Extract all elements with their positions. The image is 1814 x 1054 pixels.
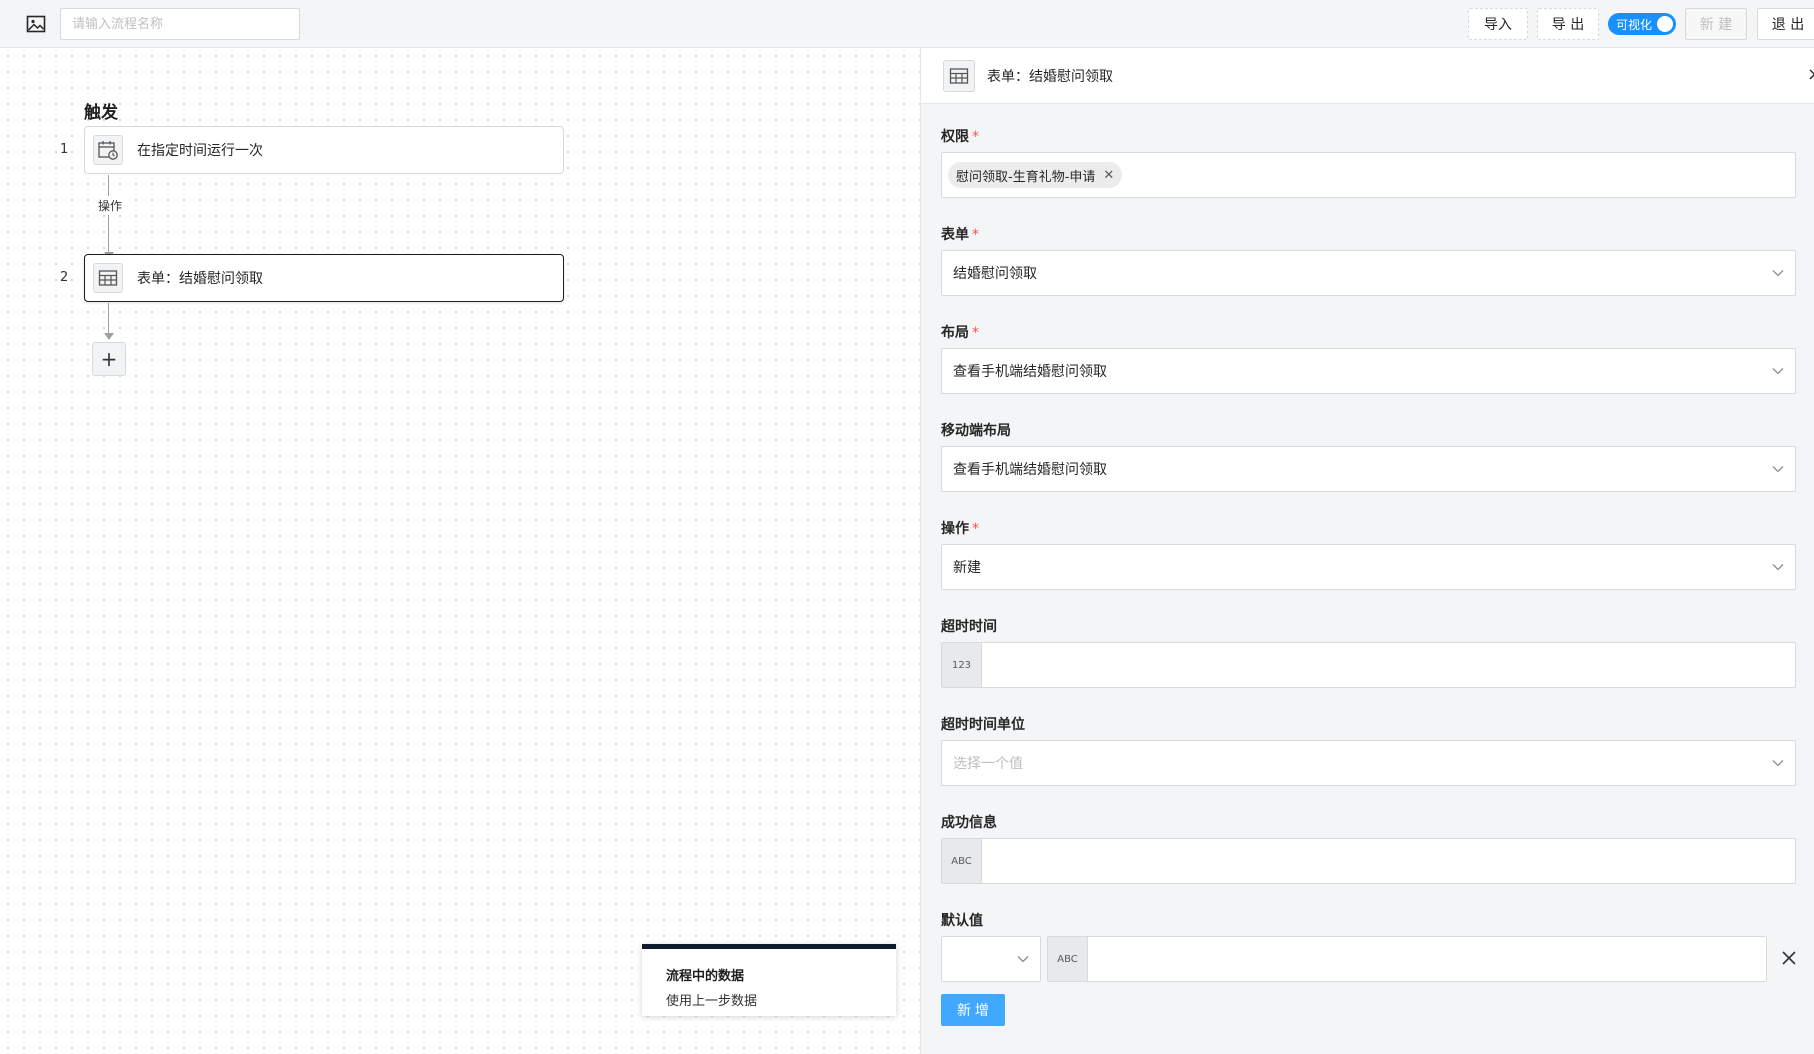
trigger-node-label: 在指定时间运行一次 — [137, 143, 263, 159]
add-step-button[interactable]: + — [92, 342, 126, 376]
timeout-label: 超时时间 — [941, 616, 997, 636]
flow-data-subtitle: 使用上一步数据 — [666, 994, 758, 1009]
export-button[interactable]: 导 出 — [1537, 8, 1599, 40]
permission-tag-label: 慰问领取-生育礼物-申请 — [956, 169, 1096, 185]
flow-data-title: 流程中的数据 — [666, 969, 745, 984]
mobile-layout-select[interactable]: 查看手机端结婚慰问领取 — [941, 446, 1796, 492]
trigger-node[interactable]: 在指定时间运行一次 — [84, 126, 564, 174]
image-icon[interactable] — [26, 15, 46, 33]
default-value-input[interactable] — [1088, 937, 1766, 981]
config-panel: 表单：结婚慰问领取 × 权限* 慰问领取-生育礼物-申请 ✕ 表单* 结婚慰问领… — [920, 48, 1814, 1054]
form-select[interactable]: 结婚慰问领取 — [941, 250, 1796, 296]
step-number: 2 — [60, 270, 69, 285]
mobile-layout-label: 移动端布局 — [941, 420, 1011, 440]
import-button[interactable]: 导入 — [1468, 8, 1528, 40]
chevron-down-icon — [1772, 564, 1784, 571]
success-msg-field: ABC — [941, 838, 1796, 884]
required-mark: * — [972, 227, 979, 243]
chevron-down-icon — [1017, 956, 1029, 963]
flow-data-card[interactable]: 流程中的数据 使用上一步数据 — [642, 944, 896, 1016]
toggle-knob — [1657, 16, 1673, 32]
operation-label: 操作 — [96, 196, 125, 215]
exit-button[interactable]: 退 出 — [1757, 8, 1814, 40]
layout-select-value: 查看手机端结婚慰问领取 — [953, 364, 1107, 380]
form-select-value: 结婚慰问领取 — [953, 266, 1037, 282]
close-icon[interactable]: × — [1807, 64, 1814, 85]
add-default-button[interactable]: 新 增 — [941, 994, 1005, 1026]
trigger-title: 触发 — [84, 103, 118, 123]
text-type-prefix: ABC — [1048, 937, 1088, 981]
layout-label-text: 布局 — [941, 325, 969, 341]
visual-toggle[interactable]: 可视化 — [1608, 13, 1676, 35]
table-icon — [943, 59, 975, 92]
permission-label-text: 权限 — [941, 129, 969, 145]
text-type-prefix: ABC — [942, 839, 982, 883]
form-label-text: 表单 — [941, 227, 969, 243]
chevron-down-icon — [1772, 760, 1784, 767]
chevron-down-icon — [1772, 466, 1784, 473]
timeout-label-text: 超时时间 — [941, 619, 997, 635]
layout-label: 布局 * — [941, 322, 979, 342]
panel-title: 表单：结婚慰问领取 — [987, 68, 1113, 85]
form-label: 表单 * — [941, 224, 979, 244]
operation-field-label: 操作 * — [941, 518, 979, 538]
chevron-down-icon — [1772, 270, 1784, 277]
new-button[interactable]: 新 建 — [1685, 8, 1747, 40]
operation-select[interactable]: 新建 — [941, 544, 1796, 590]
step-number: 1 — [60, 142, 69, 157]
success-msg-input[interactable] — [982, 839, 1795, 883]
permission-tag: 慰问领取-生育礼物-申请 ✕ — [948, 162, 1123, 188]
default-value-field: ABC — [1047, 936, 1767, 982]
chevron-down-icon — [1772, 368, 1784, 375]
panel-header: 表单：结婚慰问领取 × — [921, 48, 1814, 104]
flow-canvas[interactable]: 触发 1 在指定时间运行一次 操作 2 表单：结婚慰问领取 + 流程中的数据 使… — [0, 48, 920, 1054]
required-mark: * — [972, 325, 979, 341]
permission-select[interactable]: 慰问领取-生育礼物-申请 ✕ — [941, 152, 1796, 198]
connector-line — [108, 175, 109, 259]
default-value-label: 默认值 — [941, 910, 983, 930]
table-icon — [93, 263, 123, 293]
default-value-label-text: 默认值 — [941, 913, 983, 929]
success-msg-label: 成功信息 — [941, 812, 997, 832]
mobile-layout-label-text: 移动端布局 — [941, 423, 1011, 439]
permission-label: 权限 * — [941, 126, 979, 146]
timeout-unit-label: 超时时间单位 — [941, 714, 1025, 734]
operation-label-text: 操作 — [941, 521, 969, 537]
required-mark: * — [972, 129, 979, 145]
process-name-input[interactable] — [60, 8, 300, 40]
layout-select[interactable]: 查看手机端结婚慰问领取 — [941, 348, 1796, 394]
visual-toggle-label: 可视化 — [1616, 17, 1653, 32]
required-mark: * — [972, 521, 979, 537]
connector-line — [108, 303, 109, 335]
timeout-unit-select[interactable]: 选择一个值 — [941, 740, 1796, 786]
operation-select-value: 新建 — [953, 560, 981, 576]
timeout-field: 123 — [941, 642, 1796, 688]
timeout-input[interactable] — [982, 643, 1795, 687]
top-toolbar: 导入 导 出 可视化 新 建 退 出 — [0, 0, 1814, 48]
tag-remove-icon[interactable]: ✕ — [1103, 168, 1114, 183]
form-node-label: 表单：结婚慰问领取 — [137, 271, 263, 287]
mobile-layout-select-value: 查看手机端结婚慰问领取 — [953, 462, 1107, 478]
success-msg-label-text: 成功信息 — [941, 815, 997, 831]
timeout-unit-label-text: 超时时间单位 — [941, 717, 1025, 733]
timeout-unit-placeholder: 选择一个值 — [953, 756, 1023, 772]
connector-arrow — [104, 333, 114, 340]
number-type-prefix: 123 — [942, 643, 982, 687]
form-node[interactable]: 表单：结婚慰问领取 — [84, 254, 564, 302]
default-field-select[interactable] — [941, 936, 1041, 982]
calendar-clock-icon — [93, 135, 123, 165]
remove-row-icon[interactable] — [1777, 946, 1801, 970]
